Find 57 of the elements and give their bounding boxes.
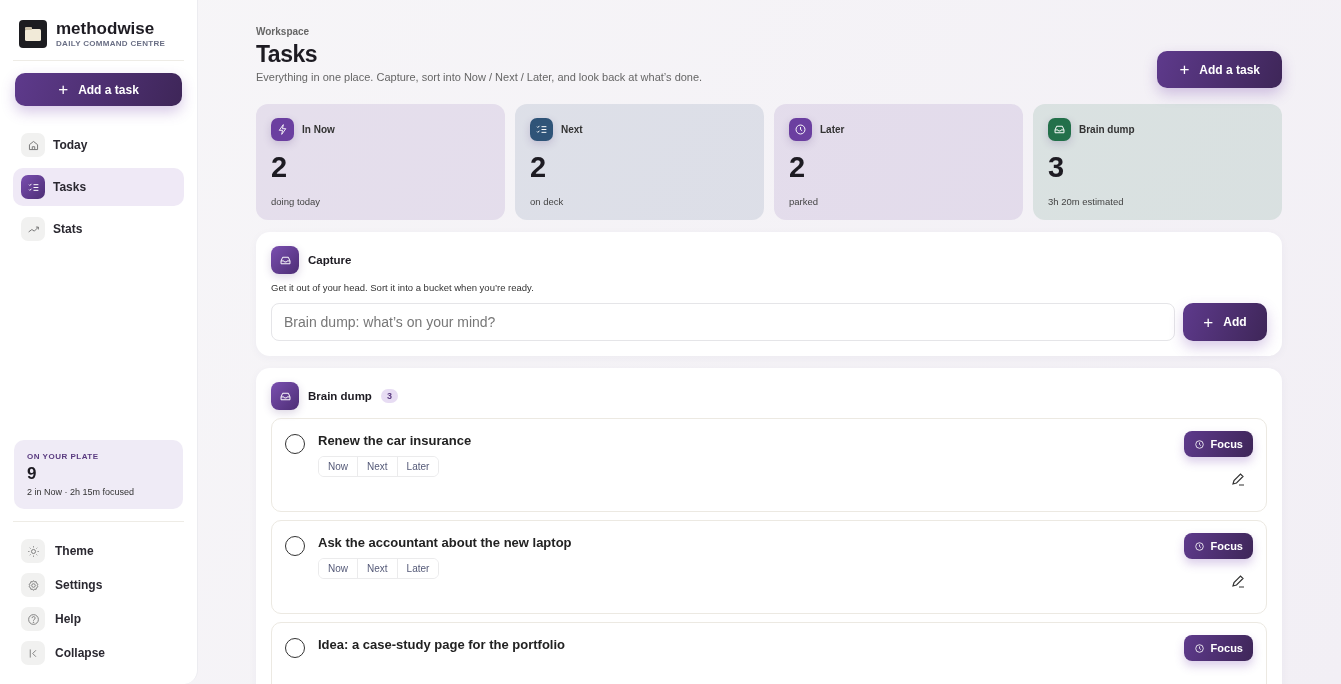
footer-item[interactable]: Help (13, 602, 89, 636)
stat-label: In Now (302, 124, 335, 135)
capture-hint: Get it out of your head. Sort it into a bucket when you’re ready. (271, 282, 535, 293)
sun-icon (26, 544, 40, 558)
home-icon (26, 138, 40, 152)
panel-title: Capture (308, 254, 352, 266)
bucket-button[interactable]: Now (319, 457, 358, 476)
focus-button[interactable]: Focus (1183, 431, 1253, 457)
add-task-button[interactable]: + Add a task (15, 73, 182, 106)
stat-caption: on deck (530, 196, 565, 207)
stat-value: 2 (271, 151, 289, 184)
add-task-button[interactable]: + Add a task (1157, 51, 1282, 88)
nav-item[interactable]: Today (13, 126, 184, 164)
nav-item[interactable]: Stats (13, 210, 184, 248)
bucket-button[interactable]: Now (319, 559, 358, 578)
stat-label: Later (820, 124, 845, 135)
clock-icon (1193, 540, 1205, 552)
nav-item[interactable]: Tasks (13, 168, 184, 206)
page-subtitle: Everything in one place. Capture, sort into Now / Next / Later, and look back at what’s done. (256, 71, 703, 83)
help-icon (26, 612, 40, 626)
edit-icon[interactable] (1230, 471, 1246, 487)
stat-value: 3 (1048, 151, 1066, 184)
capture-field[interactable]: Brain dump: what’s on your mind? (271, 303, 1175, 341)
footer-item[interactable]: Collapse (13, 636, 113, 670)
clock-icon (1193, 438, 1205, 450)
stat-caption: doing today (271, 196, 322, 207)
add-button[interactable]: + Add (1183, 303, 1267, 341)
checklist-icon (535, 123, 548, 136)
stat-caption: 3h 20m estimated (1048, 196, 1125, 207)
eyebrow: Workspace (256, 26, 311, 37)
lightning-icon (276, 123, 289, 136)
plate-count: 9 (27, 464, 38, 484)
edit-icon[interactable] (1230, 573, 1246, 589)
task-title: Ask the accountant about the new laptop (318, 535, 573, 550)
stat-value: 2 (789, 151, 807, 184)
brand-tagline: DAILY COMMAND CENTRE (56, 39, 166, 48)
stat-label: Brain dump (1079, 124, 1135, 135)
inbox-icon (1053, 123, 1066, 136)
clock-icon (794, 123, 807, 136)
focus-button[interactable]: Focus (1183, 635, 1253, 661)
brand-name: methodwise (56, 19, 156, 39)
settings-icon (26, 578, 40, 592)
page-title: Tasks (256, 41, 318, 68)
count-badge: 3 (380, 389, 398, 403)
plate-title: ON YOUR PLATE (27, 452, 100, 461)
footer-item[interactable]: Theme (13, 534, 102, 568)
task-title: Idea: a case-study page for the portfolio (318, 637, 567, 652)
clock-icon (1193, 642, 1205, 654)
footer-item[interactable]: Settings (13, 568, 111, 602)
stat-label: Next (561, 124, 583, 135)
focus-button[interactable]: Focus (1183, 533, 1253, 559)
task-title: Renew the car insurance (318, 433, 473, 448)
stat-caption: parked (789, 196, 820, 207)
stat-value: 2 (530, 151, 548, 184)
logo-icon (19, 19, 47, 48)
plate-detail: 2 in Now · 2h 15m focused (27, 487, 136, 497)
panel-title: Brain dump (308, 390, 372, 402)
